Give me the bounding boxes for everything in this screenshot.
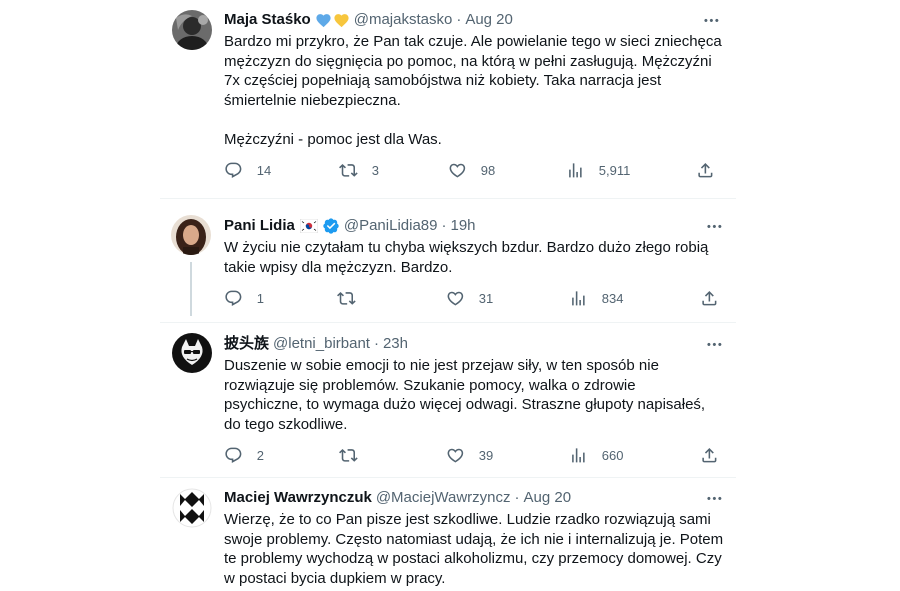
upload-share-icon <box>696 161 715 180</box>
separator-dot: · <box>373 335 379 352</box>
tweet-text: Duszenie w sobie emocji to nie jest prze… <box>224 357 706 433</box>
more-dots-icon[interactable] <box>704 216 724 236</box>
upload-share-icon <box>700 289 719 308</box>
reply-button[interactable]: 2 <box>224 445 264 465</box>
retweet-arrows-icon <box>337 289 356 308</box>
speech-bubble-icon <box>224 289 243 308</box>
reply-count: 2 <box>256 447 264 463</box>
like-button[interactable]: 98 <box>448 160 495 180</box>
bar-chart-icon <box>569 289 588 308</box>
timestamp[interactable]: Aug 20 <box>524 488 572 508</box>
retweet-button[interactable] <box>339 445 358 465</box>
bar-chart-icon <box>569 446 588 465</box>
author-handle[interactable]: @majakstasko <box>354 10 453 30</box>
reply-button[interactable]: 1 <box>224 288 264 308</box>
tweet-actions: 2 39 660 <box>224 445 724 465</box>
more-dots-icon[interactable] <box>704 488 724 508</box>
tweet-text: Bardzo mi przykro, że Pan tak czuje. Ale… <box>224 33 722 148</box>
tweet-header: Maciej Wawrzynczuk @MaciejWawrzyncz · Au… <box>224 488 571 508</box>
flag-south-korea-icon <box>299 219 318 233</box>
retweet-arrows-icon <box>339 161 358 180</box>
author-handle[interactable]: @PaniLidia89 <box>344 216 438 236</box>
tweet-actions: 1 31 834 <box>224 288 724 308</box>
author-handle[interactable]: @MaciejWawrzyncz <box>376 488 511 508</box>
views-button[interactable]: 660 <box>569 445 623 465</box>
like-count: 39 <box>478 447 494 463</box>
share-button[interactable] <box>700 288 719 308</box>
separator-dot: · <box>441 217 447 234</box>
timestamp[interactable]: 19h <box>451 216 476 236</box>
more-dots-icon[interactable] <box>704 334 724 354</box>
avatar[interactable] <box>172 488 212 528</box>
author-name[interactable]: 披头族 <box>224 334 269 354</box>
heart-outline-icon <box>446 446 465 465</box>
speech-bubble-icon <box>224 446 243 465</box>
separator-dot: · <box>514 489 520 506</box>
views-button[interactable]: 834 <box>569 288 623 308</box>
views-count: 834 <box>601 290 624 306</box>
avatar[interactable] <box>172 10 212 50</box>
timestamp[interactable]: Aug 20 <box>465 10 513 30</box>
tweet-divider <box>160 198 736 199</box>
like-count: 31 <box>478 290 494 306</box>
tweet-text: Wierzę, że to co Pan pisze jest szkodliw… <box>224 511 724 587</box>
like-button[interactable]: 39 <box>446 445 493 465</box>
thread-line <box>190 262 192 316</box>
retweet-button[interactable]: 3 <box>339 160 379 180</box>
like-button[interactable]: 31 <box>446 288 493 308</box>
separator-dot: · <box>456 11 462 28</box>
tweet-text: W życiu nie czytałam tu chyba większych … <box>224 239 709 276</box>
reply-count: 1 <box>256 290 264 306</box>
share-button[interactable] <box>700 445 719 465</box>
tweet-divider <box>160 477 736 478</box>
avatar[interactable] <box>172 333 212 373</box>
author-name[interactable]: Maciej Wawrzynczuk <box>224 488 372 508</box>
tweet-header: Pani Lidia @PaniLidia89 · 19h <box>224 216 476 236</box>
timestamp[interactable]: 23h <box>383 334 408 354</box>
avatar[interactable] <box>171 215 211 255</box>
retweet-button[interactable] <box>337 288 356 308</box>
retweet-count: 3 <box>371 162 379 178</box>
more-dots-icon[interactable] <box>701 10 721 30</box>
blue-heart-icon <box>315 12 332 29</box>
heart-outline-icon <box>448 161 467 180</box>
tweet-header: 披头族 @letni_birbant · 23h <box>224 334 408 354</box>
upload-share-icon <box>700 446 719 465</box>
bar-chart-icon <box>566 161 585 180</box>
retweet-arrows-icon <box>339 446 358 465</box>
like-count: 98 <box>480 162 496 178</box>
reply-count: 14 <box>256 162 272 178</box>
heart-outline-icon <box>446 289 465 308</box>
author-name[interactable]: Maja Staśko <box>224 10 311 30</box>
tweet-header: Maja Staśko @majakstasko · Aug 20 <box>224 10 513 30</box>
tweet-divider <box>160 322 736 323</box>
speech-bubble-icon <box>224 161 243 180</box>
author-handle[interactable]: @letni_birbant <box>273 334 370 354</box>
share-button[interactable] <box>696 160 715 180</box>
yellow-heart-icon <box>333 12 350 29</box>
tweet-actions: 14 3 98 5,911 <box>224 160 724 180</box>
reply-button[interactable]: 14 <box>224 160 271 180</box>
views-button[interactable]: 5,911 <box>566 160 630 180</box>
author-name[interactable]: Pani Lidia <box>224 216 295 236</box>
verified-check-icon <box>322 217 340 235</box>
views-count: 660 <box>601 447 624 463</box>
views-count: 5,911 <box>598 162 631 178</box>
